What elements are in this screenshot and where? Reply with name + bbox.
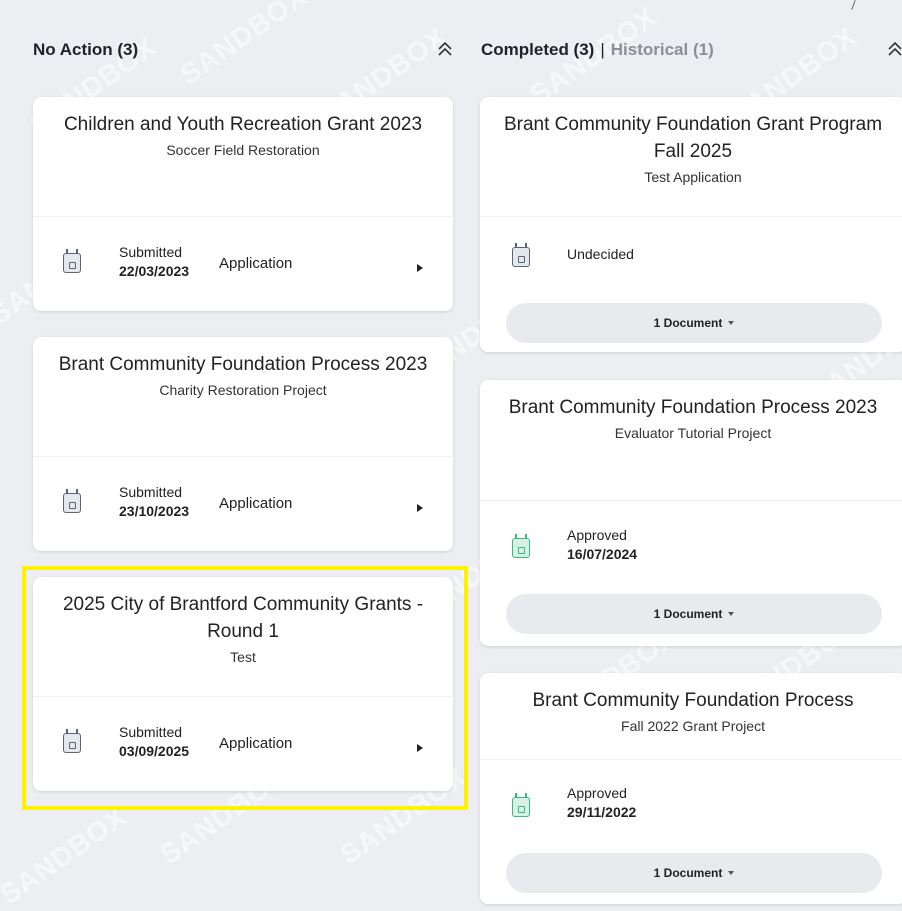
completed-tab[interactable]: Completed (3) (481, 40, 594, 60)
application-card[interactable]: Children and Youth Recreation Grant 2023… (33, 97, 453, 311)
documents-dropdown-button[interactable]: 1 Document (506, 853, 882, 893)
documents-label: 1 Document (653, 866, 723, 880)
status-date: 16/07/2024 (567, 546, 638, 562)
type-label: Application (219, 255, 293, 272)
status-date: 23/10/2023 (119, 503, 190, 519)
documents-label: 1 Document (653, 607, 723, 621)
completed-column: Completed (3) | Historical (1) Brant Com… (470, 0, 902, 904)
calendar-icon (63, 729, 81, 753)
tab-separator: | (600, 40, 605, 59)
completed-card[interactable]: Brant Community Foundation Grant Program… (480, 97, 902, 352)
completed-card[interactable]: Brant Community Foundation Process 2023 … (480, 380, 902, 646)
status-label: Submitted (119, 724, 183, 740)
completed-card[interactable]: Brant Community Foundation Process Fall … (480, 673, 902, 904)
completed-header: Completed (3) | Historical (1) (470, 0, 902, 100)
calendar-icon (512, 243, 530, 267)
card-subtitle: Fall 2022 Grant Project (621, 718, 765, 734)
status-block: Approved 16/07/2024 (567, 526, 637, 564)
double-chevron-up-icon[interactable] (432, 36, 458, 62)
documents-label: 1 Document (653, 316, 723, 330)
historical-tab[interactable]: Historical (1) (611, 40, 714, 60)
status-block: Submitted 23/10/2023 (119, 483, 189, 521)
calendar-icon (512, 793, 530, 817)
caret-right-icon[interactable] (417, 264, 423, 272)
caret-down-icon (728, 612, 735, 616)
status-label: Approved (567, 527, 627, 543)
card-title: Brant Community Foundation Process (532, 690, 854, 711)
documents-dropdown-button[interactable]: 1 Document (506, 303, 882, 343)
calendar-icon (512, 534, 530, 558)
caret-down-icon (728, 321, 735, 325)
card-title: Children and Youth Recreation Grant 2023 (63, 114, 423, 135)
status-date: 22/03/2023 (119, 263, 190, 279)
caret-down-icon (728, 871, 735, 875)
status-label: Undecided (567, 246, 634, 262)
application-card[interactable]: Brant Community Foundation Process 2023 … (33, 337, 453, 551)
status-label: Submitted (119, 484, 183, 500)
calendar-icon (63, 249, 81, 273)
card-subtitle: Test Application (644, 169, 742, 185)
no-action-header: No Action (3) (22, 0, 464, 100)
status-date: 03/09/2025 (119, 743, 190, 759)
status-label: Submitted (119, 244, 183, 260)
card-title: 2025 City of Brantford Community Grants … (62, 594, 424, 642)
card-title: Brant Community Foundation Process 2023 (508, 397, 878, 418)
no-action-column: No Action (3) Children and Youth Recreat… (22, 0, 464, 791)
status-block: Approved 29/11/2022 (567, 784, 636, 822)
application-card[interactable]: 2025 City of Brantford Community Grants … (33, 577, 453, 791)
card-title: Brant Community Foundation Grant Program… (503, 114, 883, 162)
card-title: Brant Community Foundation Process 2023 (58, 354, 428, 375)
card-subtitle: Evaluator Tutorial Project (614, 425, 772, 441)
caret-right-icon[interactable] (417, 744, 423, 752)
watermark: SANDBOX (0, 800, 133, 911)
type-label: Application (219, 735, 293, 752)
type-label: Application (219, 495, 293, 512)
card-subtitle: Charity Restoration Project (159, 382, 327, 398)
documents-dropdown-button[interactable]: 1 Document (506, 594, 882, 634)
status-block: Submitted 03/09/2025 (119, 723, 189, 761)
status-label: Approved (567, 785, 627, 801)
no-action-title: No Action (3) (33, 40, 139, 59)
card-subtitle: Test (230, 649, 256, 665)
double-chevron-up-icon[interactable] (882, 36, 902, 62)
caret-right-icon[interactable] (417, 504, 423, 512)
card-subtitle: Soccer Field Restoration (166, 142, 320, 158)
status-block: Undecided (567, 245, 634, 264)
status-date: 29/11/2022 (567, 804, 637, 820)
calendar-icon (63, 489, 81, 513)
status-block: Submitted 22/03/2023 (119, 243, 189, 281)
